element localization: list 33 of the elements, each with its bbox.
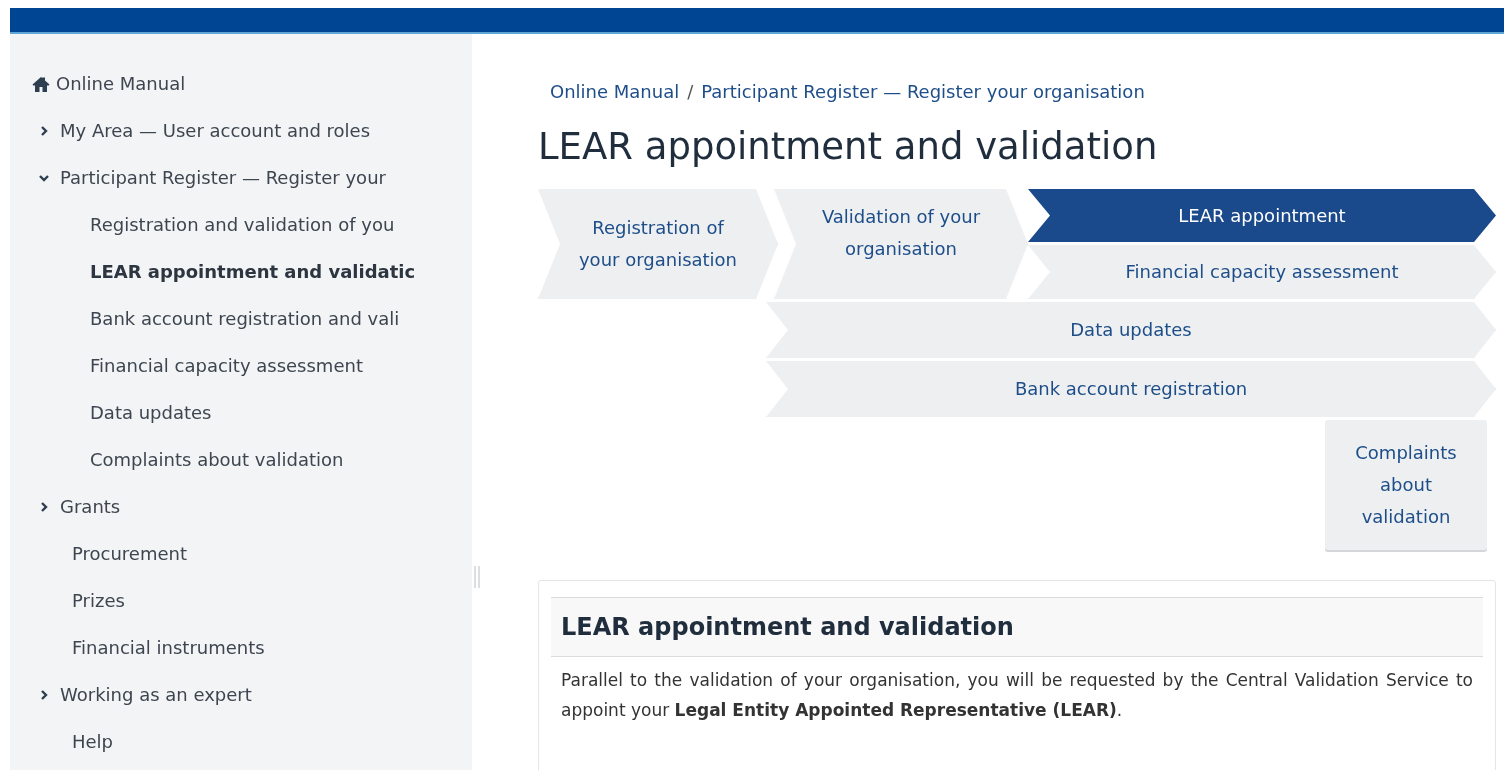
home-link[interactable]: Online Manual	[56, 70, 186, 97]
sidebar-link[interactable]: Complaints about validation	[90, 446, 344, 473]
process-step[interactable]: Data updates	[766, 302, 1496, 358]
section-paragraph: Parallel to the validation of your organisation, you will be requested by the Central Validation Service to appoint your Legal Entity Appointed Representative (LEAR).	[560, 669, 1474, 722]
sidebar-link[interactable]: Financial instruments	[72, 634, 265, 661]
chevron-icon	[38, 688, 50, 701]
process-step[interactable]: Complaints about validation	[1325, 420, 1487, 550]
home-icon	[32, 75, 50, 92]
sidebar-link[interactable]: Prizes	[72, 587, 125, 614]
sidebar-link[interactable]: Help	[72, 728, 114, 755]
process-step[interactable]: Registration of your organisation	[538, 189, 778, 299]
process-step[interactable]: Bank account registration	[766, 361, 1496, 417]
process-step[interactable]: Financial capacity assessment	[1028, 245, 1496, 299]
sidebar-link[interactable]: Participant Register — Register your	[60, 164, 386, 191]
sidebar-link[interactable]: Working as an expert	[60, 681, 252, 708]
sidebar-link[interactable]: Registration and validation of you	[90, 211, 395, 238]
breadcrumb-link[interactable]: Participant Register — Register your organisation	[701, 78, 1145, 105]
chevron-icon	[38, 500, 50, 513]
section-heading: LEAR appointment and validation	[551, 597, 1483, 657]
sidebar-link[interactable]: Grants	[60, 493, 121, 520]
resize-handle-icon[interactable]	[474, 566, 480, 588]
sidebar-link[interactable]: Financial capacity assessment	[90, 352, 363, 379]
process-step[interactable]: LEAR appointment	[1028, 189, 1496, 242]
sidebar-link[interactable]: Data updates	[90, 399, 212, 426]
breadcrumb-link[interactable]: Online Manual	[550, 78, 680, 105]
process-step[interactable]: Validation of your organisation	[774, 189, 1028, 299]
sidebar-link[interactable]: Bank account registration and vali	[90, 305, 400, 332]
sidebar-link[interactable]: LEAR appointment and validatic	[90, 258, 416, 285]
breadcrumb-separator: /	[687, 80, 694, 104]
page-title: LEAR appointment and validation	[538, 124, 1159, 170]
sidebar-link[interactable]: Procurement	[72, 540, 187, 567]
chevron-icon	[38, 124, 50, 137]
sidebar-link[interactable]: My Area — User account and roles	[60, 117, 370, 144]
